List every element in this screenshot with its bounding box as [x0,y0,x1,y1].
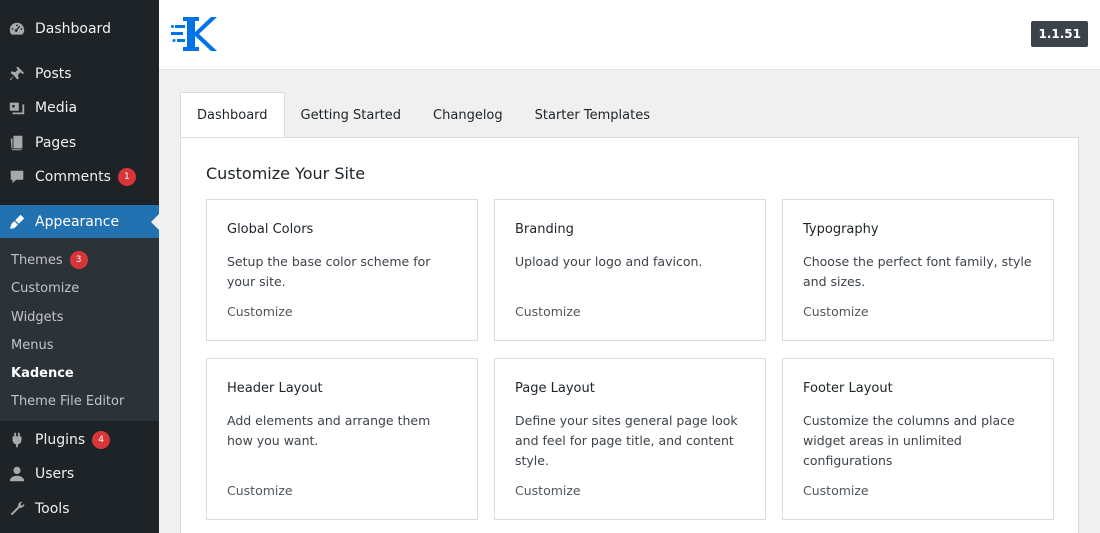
user-icon [7,464,27,484]
card-page-layout: Page Layout Define your sites general pa… [494,358,766,520]
plugin-icon [7,430,27,450]
card-title: Global Colors [227,222,314,237]
pin-icon [7,64,27,84]
submenu-item-widgets[interactable]: Widgets [11,307,64,327]
menu-item-appearance[interactable]: Appearance [0,205,159,239]
media-icon [7,98,27,118]
customize-link[interactable]: Customize [803,483,869,498]
card-global-colors: Global Colors Setup the base color schem… [206,199,478,341]
customize-link[interactable]: Customize [227,304,293,319]
menu-item-label: Comments [35,169,111,185]
card-footer-layout: Footer Layout Customize the columns and … [782,358,1054,520]
menu-item-label: Pages [35,135,77,151]
tab-getting-started[interactable]: Getting Started [285,92,418,138]
menu-item-label: Dashboard [35,21,111,37]
card-title: Footer Layout [803,381,893,396]
section-title: Customize Your Site [206,164,366,183]
dashboard-panel: Customize Your Site Global Colors Setup … [180,137,1079,533]
dashboard-icon [7,19,27,39]
menu-item-dashboard[interactable]: Dashboard [0,12,159,46]
submenu-item-theme-file-editor[interactable]: Theme File Editor [11,391,124,411]
menu-item-label: Appearance [35,214,120,230]
menu-item-tools[interactable]: Tools [0,492,159,526]
card-description: Upload your logo and favicon. [515,254,703,269]
customize-link[interactable]: Customize [227,483,293,498]
card-header-layout: Header Layout Add elements and arrange t… [206,358,478,520]
themes-count-badge: 3 [69,251,88,269]
card-title: Page Layout [515,381,595,396]
wrench-icon [7,499,27,519]
card-description: Choose the perfect font family, style an… [803,254,1032,289]
card-title: Typography [803,222,879,237]
menu-item-plugins[interactable]: Plugins 4 [0,423,159,457]
card-description: Customize the columns and place widget a… [803,413,1015,468]
card-branding: Branding Upload your logo and favicon. C… [494,199,766,341]
menu-item-label: Media [35,100,78,116]
comments-count-badge: 1 [117,168,136,186]
menu-item-pages[interactable]: Pages [0,126,159,160]
brush-icon [7,212,27,232]
menu-item-label: Posts [35,66,72,82]
menu-item-label: Plugins [35,432,86,448]
card-description: Setup the base color scheme for your sit… [227,254,431,289]
pages-icon [7,133,27,153]
tab-changelog[interactable]: Changelog [417,92,519,138]
version-badge: 1.1.51 [1031,21,1088,47]
menu-item-label: Tools [35,501,70,517]
menu-item-label: Users [35,466,75,482]
plugins-count-badge: 4 [92,431,111,449]
menu-item-media[interactable]: Media [0,91,159,125]
kadence-logo-icon [171,14,217,54]
top-header: 1.1.51 [159,0,1100,70]
submenu-item-customize[interactable]: Customize [11,278,79,298]
submenu-item-themes[interactable]: Themes 3 [11,250,88,270]
tab-starter-templates[interactable]: Starter Templates [519,92,666,138]
menu-item-posts[interactable]: Posts [0,57,159,91]
customize-link[interactable]: Customize [515,304,581,319]
submenu-item-label: Themes [11,252,63,268]
card-description: Define your sites general page look and … [515,413,738,468]
appearance-submenu: Themes 3 Customize Widgets Menus Kadence… [0,238,159,421]
menu-item-comments[interactable]: Comments 1 [0,160,159,194]
card-title: Header Layout [227,381,323,396]
comment-icon [7,167,27,187]
customize-link[interactable]: Customize [515,483,581,498]
submenu-item-kadence[interactable]: Kadence [11,363,74,383]
customize-link[interactable]: Customize [803,304,869,319]
tab-bar: Dashboard Getting Started Changelog Star… [180,92,666,138]
tab-dashboard[interactable]: Dashboard [180,92,285,138]
card-description: Add elements and arrange them how you wa… [227,413,431,448]
card-typography: Typography Choose the perfect font famil… [782,199,1054,341]
submenu-item-menus[interactable]: Menus [11,335,53,355]
admin-sidebar: Dashboard Posts Media Pages Comments 1 A… [0,0,159,533]
card-title: Branding [515,222,574,237]
menu-item-users[interactable]: Users [0,457,159,491]
